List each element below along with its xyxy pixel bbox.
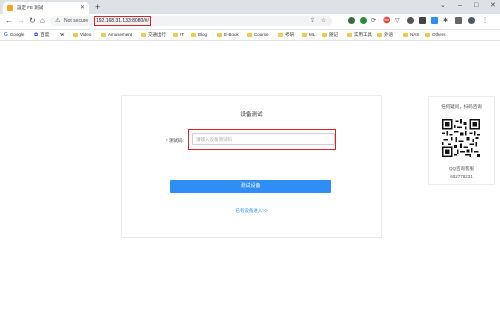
- bookmark-item[interactable]: Course: [247, 30, 269, 39]
- sync-extension-icon[interactable]: ⟳: [371, 15, 376, 27]
- bookmark-item[interactable]: NAS: [403, 30, 419, 39]
- folder-icon: [347, 32, 352, 37]
- menu-kebab-icon[interactable]: ⋮: [482, 15, 488, 27]
- folder-icon: [302, 32, 307, 37]
- window-close-icon[interactable]: ✕: [490, 1, 496, 11]
- tools-extension-icon[interactable]: [419, 17, 426, 24]
- folder-icon: [173, 32, 178, 37]
- bookmark-item[interactable]: 外语: [377, 30, 393, 39]
- baidu-paw-icon: ✿: [34, 31, 39, 38]
- folder-icon: [403, 32, 408, 37]
- bookmarks-bar: G Google ✿ 百度 W Video Amusement 交通出行 IT Bl…: [0, 30, 500, 41]
- folder-icon: [217, 32, 222, 37]
- folder-icon: [278, 32, 283, 37]
- bookmark-item[interactable]: 实用工具: [347, 30, 372, 39]
- tab-close-icon[interactable]: ✕: [80, 4, 85, 11]
- browser-toolbar: ← → ↻ ⌂ ⚠ Not secure 192.168.31.133:8080…: [0, 14, 500, 30]
- security-label[interactable]: Not secure: [64, 16, 88, 26]
- forward-icon[interactable]: →: [17, 15, 25, 27]
- google-icon: G: [4, 31, 8, 38]
- test-code-input[interactable]: [192, 133, 335, 145]
- back-icon[interactable]: ←: [5, 15, 13, 27]
- url-text[interactable]: 192.168.31.133:8080/#/: [94, 16, 151, 26]
- test-code-label-text: 测试码:: [169, 138, 184, 143]
- folder-icon: [191, 32, 196, 37]
- bookmark-item[interactable]: Video: [73, 30, 91, 39]
- warning-icon[interactable]: ⚠: [55, 16, 60, 26]
- qq-number: 602778231: [450, 174, 473, 179]
- profile-avatar[interactable]: [468, 17, 475, 24]
- folder-icon: [247, 32, 252, 37]
- bookmark-item[interactable]: Others: [425, 30, 446, 39]
- bookmark-item[interactable]: ✿ 百度: [34, 30, 49, 39]
- bookmark-item[interactable]: 交通出行: [141, 30, 166, 39]
- bookmark-item[interactable]: E-Book: [217, 30, 239, 39]
- qq-support-label: QQ咨询客服: [448, 166, 474, 171]
- tab-search-icon[interactable]: ⌄: [440, 1, 446, 11]
- bookmark-item[interactable]: IT: [173, 30, 184, 39]
- tab-favicon-icon: [7, 5, 13, 11]
- test-device-button[interactable]: 测试设备: [170, 180, 331, 193]
- block-extension-icon[interactable]: ⛔: [383, 15, 390, 27]
- support-title: 任何疑问，扫码咨询: [441, 104, 482, 109]
- puzzle-icon[interactable]: ✱: [443, 15, 448, 27]
- bookmark-item[interactable]: Blog: [191, 30, 207, 39]
- bookmark-item[interactable]: Amusement: [101, 30, 132, 39]
- vpn-extension-icon[interactable]: ▽: [395, 15, 400, 27]
- folder-icon: [101, 32, 106, 37]
- folder-icon: [377, 32, 382, 37]
- required-mark: *: [166, 138, 168, 143]
- maximize-icon[interactable]: □: [474, 1, 478, 11]
- qr-code-image: [442, 119, 480, 157]
- tab-strip: 設定 FE 測試 ✕ + ⌄ – □ ✕: [0, 0, 500, 14]
- bookmark-item[interactable]: 考研: [278, 30, 294, 39]
- translate-extension-icon[interactable]: [431, 17, 438, 24]
- address-bar[interactable]: ⚠ Not secure 192.168.31.133:8080/#/ ⇪ ☆: [50, 16, 332, 26]
- bookmark-item[interactable]: ML: [302, 30, 315, 39]
- support-card: 任何疑问，扫码咨询 QQ咨询客服 602778231: [428, 96, 495, 185]
- card-title: 设备测试: [240, 112, 263, 118]
- tab-title: 設定 FE 測試: [17, 5, 44, 10]
- bookmark-item[interactable]: W: [60, 30, 65, 39]
- existing-device-link[interactable]: 已有设备进入>>: [122, 208, 381, 214]
- folder-icon: [322, 32, 327, 37]
- sidepanel-icon[interactable]: [455, 17, 462, 24]
- test-code-highlight: [188, 129, 336, 150]
- bookmark-item[interactable]: G Google: [4, 30, 24, 39]
- new-tab-button[interactable]: +: [95, 2, 100, 12]
- bookmark-star-icon[interactable]: ☆: [321, 16, 326, 26]
- evernote-extension-icon[interactable]: [360, 17, 367, 24]
- reload-icon[interactable]: ↻: [29, 15, 36, 27]
- browser-tab[interactable]: 設定 FE 測試 ✕: [3, 2, 89, 14]
- test-code-label: * 测试码:: [166, 138, 184, 144]
- folder-icon: [73, 32, 78, 37]
- home-icon[interactable]: ⌂: [40, 15, 45, 27]
- folder-icon: [425, 32, 430, 37]
- share-icon[interactable]: ⇪: [310, 16, 315, 26]
- bookmark-item[interactable]: 随记: [322, 30, 338, 39]
- device-test-card: 设备测试 * 测试码: 测试设备 已有设备进入>>: [121, 95, 382, 238]
- dark-extension-icon[interactable]: [407, 17, 414, 24]
- extension-icon[interactable]: [348, 17, 355, 24]
- folder-icon: [141, 32, 146, 37]
- minimize-icon[interactable]: –: [458, 1, 462, 11]
